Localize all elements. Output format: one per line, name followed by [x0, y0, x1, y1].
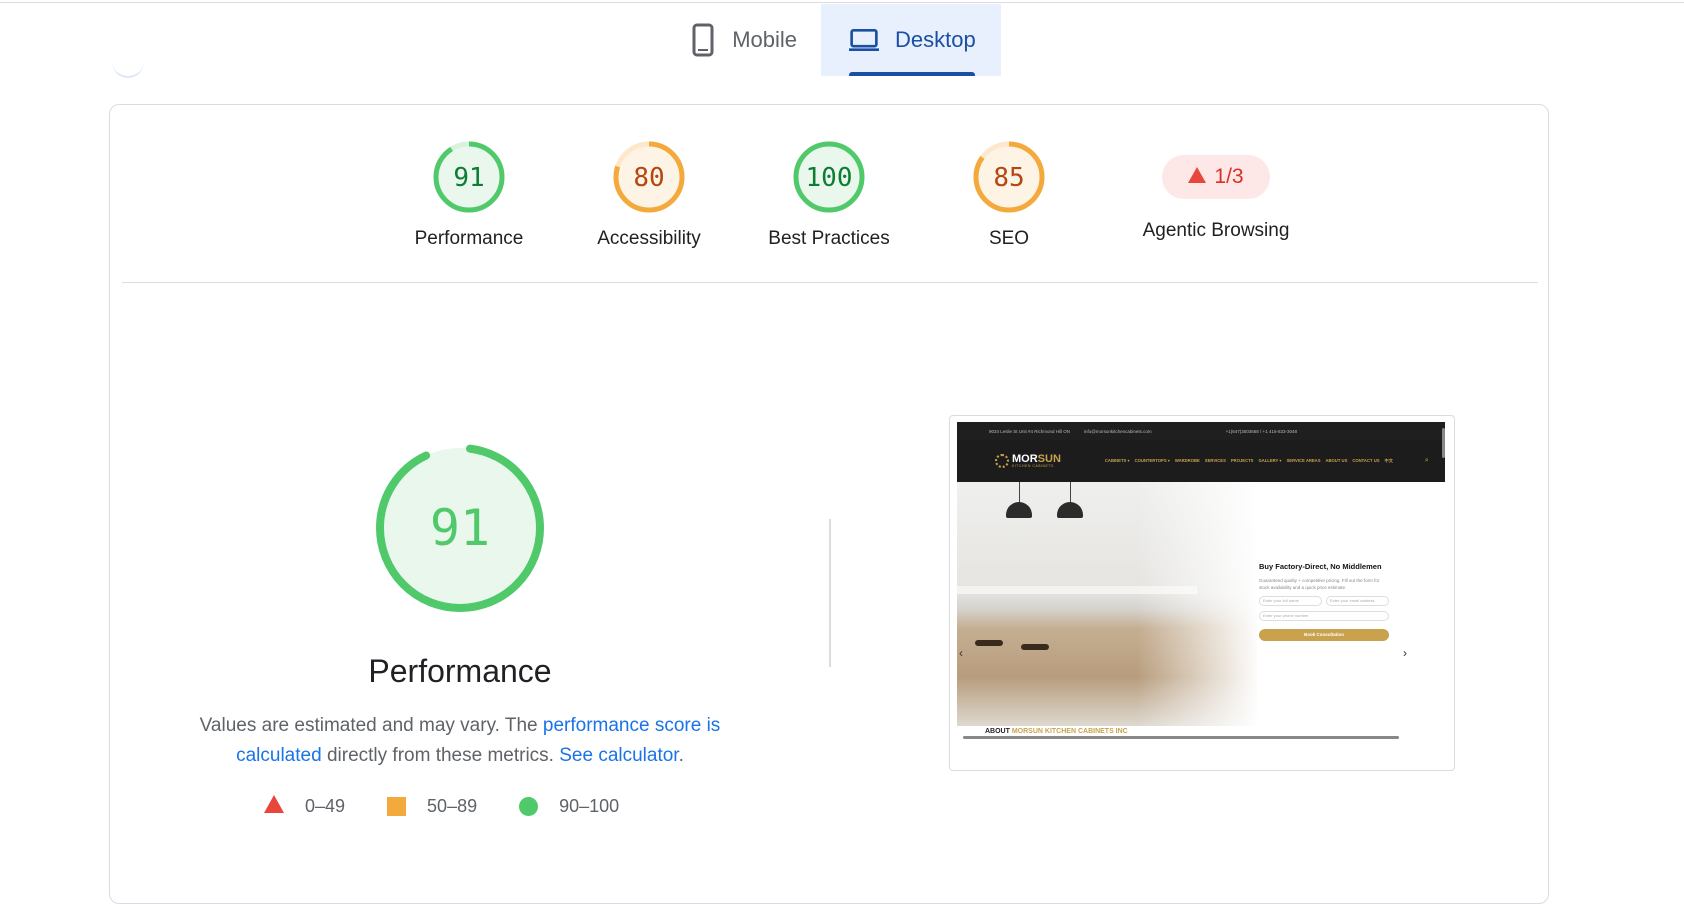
pass-circle-icon [519, 797, 539, 816]
legend-pass: 90–100 [519, 796, 619, 817]
site-search-icon: ⌕ [1424, 457, 1429, 464]
section-divider [122, 282, 1538, 283]
form-phone-field: Enter your phone number [1259, 611, 1389, 621]
form-title: Buy Factory-Direct, No Middlemen [1259, 562, 1382, 571]
gauge-score: 80 [633, 163, 664, 193]
performance-big-gauge: 91 [365, 433, 555, 623]
gauge-accessibility[interactable]: 80 Accessibility [569, 140, 729, 250]
gauge-label: Best Practices [768, 228, 890, 249]
page-screenshot: 9034 Leslie St Unit #4 Richmond Hill ON … [949, 415, 1455, 771]
gauge-performance[interactable]: 91 Performance [389, 140, 549, 250]
tab-desktop[interactable]: Desktop [821, 4, 1001, 76]
site-topbar: 9034 Leslie St Unit #4 Richmond Hill ON … [957, 422, 1445, 440]
gauge-ring: 80 [613, 141, 685, 213]
see-calculator-link[interactable]: See calculator [559, 745, 678, 766]
site-nav-item: ABOUT US [1325, 458, 1348, 463]
form-name-field: Enter your full name [1259, 596, 1322, 606]
fail-triangle-icon [264, 795, 284, 818]
site-nav-item: WARDROBE [1174, 458, 1200, 463]
gauge-score: 100 [806, 163, 853, 193]
agentic-label: Agentic Browsing [1142, 220, 1290, 241]
score-legend: 0–49 50–89 90–100 [264, 795, 661, 818]
site-nav-item: PROJECTS [1230, 458, 1254, 463]
form-email-field: Enter your email address [1326, 596, 1389, 606]
big-score: 91 [430, 499, 490, 557]
gauge-ring: 91 [433, 141, 505, 213]
gauge-seo[interactable]: 85 SEO [929, 140, 1089, 250]
about-accent: MORSUN KITCHEN CABINETS INC [1011, 728, 1128, 735]
pendant-lamp [1057, 502, 1083, 518]
category-gauges: 91 Performance 80 Accessibility 100 Best… [110, 105, 1550, 285]
site-nav-item: SERVICE AREAS [1286, 458, 1321, 463]
legend-range: 90–100 [559, 796, 620, 816]
site-address: 9034 Leslie St Unit #4 Richmond Hill ON [989, 428, 1071, 434]
gauge-label: Performance [414, 228, 524, 249]
legend-fail: 0–49 [264, 795, 345, 818]
site-email: info@morsunkitchencabinets.com [1084, 428, 1152, 434]
site-nav: MORSUN KITCHEN CABINETS CABINETS ▾ COUNTE… [957, 440, 1445, 482]
gauge-score: 91 [453, 163, 484, 193]
gauge-ring: 100 [793, 141, 865, 213]
warning-triangle-icon [1188, 165, 1207, 189]
gauge-score: 85 [993, 163, 1024, 193]
site-nav-item: GALLERY ▾ [1258, 458, 1282, 463]
site-form: Buy Factory-Direct, No Middlemen Guarant… [1259, 562, 1389, 641]
tab-mobile-label: Mobile [732, 27, 797, 52]
site-hero: Buy Factory-Direct, No Middlemen Guarant… [957, 482, 1445, 726]
desc-text: . [678, 745, 684, 766]
legend-range: 50–89 [427, 796, 478, 816]
gauge-label: Accessibility [597, 228, 701, 249]
site-nav-item: COUNTERTOPS ▾ [1134, 458, 1170, 463]
form-button: Book Consultation [1259, 629, 1389, 641]
site-nav-item: CABINETS ▾ [1104, 458, 1130, 463]
pendant-lamp [1006, 502, 1032, 518]
chevron-left-icon: ‹ [959, 646, 963, 660]
legend-range: 0–49 [305, 796, 346, 816]
stool [1021, 644, 1049, 650]
report-card: 91 Performance 80 Accessibility 100 Best… [109, 104, 1549, 904]
site-logo: MORSUN KITCHEN CABINETS [995, 454, 1061, 468]
performance-title: Performance [368, 653, 552, 689]
photo-fade [1137, 482, 1267, 726]
site-nav-items: CABINETS ▾ COUNTERTOPS ▾ WARDROBE SERVICES P… [1105, 458, 1393, 464]
site-phone: +1(647)3503668 / +1 416-833-3048 [1225, 428, 1297, 434]
stool [975, 640, 1003, 646]
active-tab-indicator [849, 72, 975, 76]
average-square-icon [387, 797, 407, 816]
phone-icon [690, 21, 716, 59]
desc-text: Values are estimated and may vary. The [199, 715, 543, 736]
desc-text: directly from these metrics. [321, 745, 560, 766]
site-nav-item: 中文 [1384, 458, 1393, 463]
about-prefix: ABOUT [985, 728, 1012, 735]
device-tabs: Mobile Desktop [670, 4, 1001, 76]
partial-circle-decoration [112, 60, 144, 78]
vertical-separator [829, 519, 831, 667]
big-gauge-ring: 91 [376, 444, 544, 612]
about-heading: ABOUT MORSUN KITCHEN CABINETS INC [985, 728, 1128, 735]
site-nav-item: CONTACT US [1352, 458, 1380, 463]
legend-average: 50–89 [387, 796, 477, 817]
gauge-label: SEO [988, 228, 1030, 249]
sun-logo-icon [995, 454, 1009, 468]
gauge-best-practices[interactable]: 100 Best Practices [749, 140, 909, 250]
agentic-browsing[interactable]: 1/3 Agentic Browsing [1136, 155, 1296, 242]
laptop-icon [849, 21, 879, 59]
tab-desktop-label: Desktop [895, 27, 976, 52]
chevron-right-icon: › [1403, 646, 1407, 660]
form-subtitle: Guaranteed quality + competitive pricing… [1259, 578, 1380, 590]
site-nav-item: SERVICES [1204, 458, 1226, 463]
agentic-score-pill: 1/3 [1162, 155, 1270, 199]
performance-description: Values are estimated and may vary. The p… [185, 711, 735, 771]
gauge-ring: 85 [973, 141, 1045, 213]
vertical-scrollbar [1442, 428, 1445, 458]
horizontal-scrollbar [963, 736, 1399, 739]
top-border [0, 2, 1684, 3]
website-preview: 9034 Leslie St Unit #4 Richmond Hill ON … [957, 422, 1445, 766]
tab-mobile[interactable]: Mobile [670, 4, 821, 76]
agentic-score: 1/3 [1214, 165, 1244, 188]
logo-subtitle: KITCHEN CABINETS [1012, 464, 1054, 468]
